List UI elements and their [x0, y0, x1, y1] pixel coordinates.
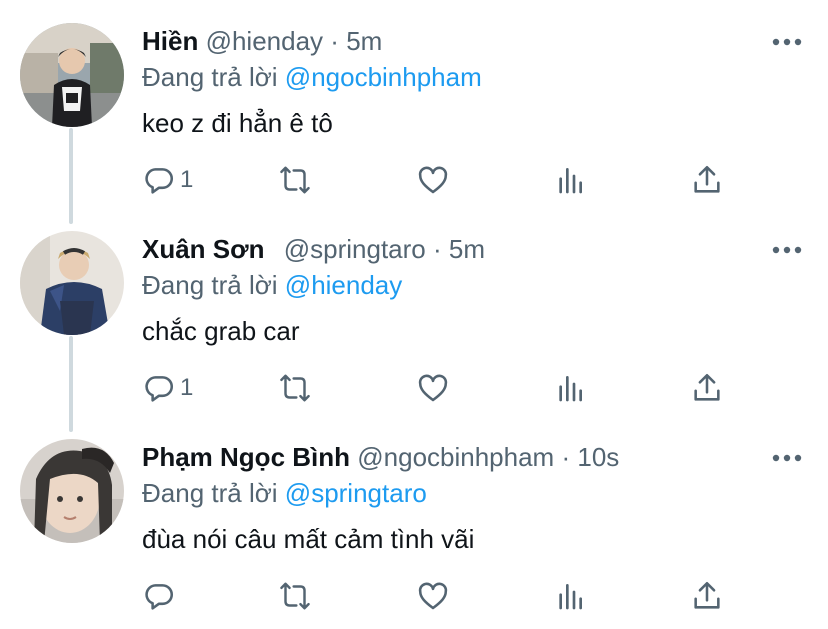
action-bar	[0, 576, 828, 620]
replying-to-label: Đang trả lời	[142, 478, 278, 508]
tweet-text: keo z đi hẳn ê tô	[142, 108, 333, 138]
tweet-header: Hiền @hienday · 5m	[142, 24, 382, 58]
replying-to-mention[interactable]: @ngocbinhpham	[285, 62, 482, 92]
display-name[interactable]: Phạm Ngọc Bình	[142, 442, 350, 472]
analytics-icon	[559, 168, 582, 194]
reply-button[interactable]	[142, 576, 180, 616]
display-name[interactable]: Xuân Sơn	[142, 234, 265, 264]
heart-icon	[418, 582, 448, 610]
replying-to: Đang trả lời @ngocbinhpham	[142, 60, 482, 94]
analytics-button[interactable]	[554, 160, 586, 200]
reply-icon	[145, 168, 174, 194]
more-options-icon[interactable]	[770, 238, 804, 262]
replying-to-label: Đang trả lời	[142, 62, 278, 92]
reply-count: 1	[180, 166, 194, 193]
separator: ·	[432, 234, 442, 264]
share-icon	[694, 165, 720, 193]
share-icon	[694, 373, 720, 401]
retweet-icon	[280, 166, 310, 194]
avatar[interactable]	[20, 439, 124, 543]
separator: ·	[561, 442, 571, 472]
reply-button[interactable]: 1	[142, 368, 193, 408]
timestamp[interactable]: 5m	[346, 26, 382, 56]
display-name[interactable]: Hiền	[142, 26, 198, 56]
avatar[interactable]	[20, 231, 124, 335]
more-options-icon[interactable]	[770, 446, 804, 470]
avatar[interactable]	[20, 23, 124, 127]
analytics-icon	[559, 584, 582, 610]
reply-tweet[interactable]: Hiền @hienday · 5m Đang trả lời @ngocbin…	[0, 0, 828, 207]
tweet-text: chắc grab car	[142, 316, 300, 346]
like-button[interactable]	[416, 368, 450, 408]
share-button[interactable]	[690, 160, 724, 200]
analytics-button[interactable]	[554, 576, 586, 616]
replying-to-mention[interactable]: @springtaro	[285, 478, 427, 508]
reply-tweet[interactable]: Xuân Sơn @springtaro · 5m Đang trả lời @…	[0, 208, 828, 415]
retweet-icon	[280, 374, 310, 402]
retweet-button[interactable]	[276, 576, 314, 616]
retweet-button[interactable]	[276, 160, 314, 200]
reply-count: 1	[180, 374, 194, 401]
tweet-header: Xuân Sơn @springtaro · 5m	[142, 232, 485, 266]
analytics-button[interactable]	[554, 368, 586, 408]
handle[interactable]: @ngocbinhpham	[357, 442, 554, 472]
handle[interactable]: @springtaro	[284, 234, 426, 264]
more-options-icon[interactable]	[770, 30, 804, 54]
retweet-icon	[280, 582, 310, 610]
tweet-text: đùa nói câu mất cảm tình vãi	[142, 524, 475, 554]
reply-icon	[145, 376, 174, 402]
timestamp[interactable]: 5m	[449, 234, 485, 264]
replying-to: Đang trả lời @hienday	[142, 268, 402, 302]
separator: ·	[330, 26, 339, 56]
handle[interactable]: @hienday	[206, 26, 323, 56]
action-bar: 1	[0, 160, 828, 204]
heart-icon	[418, 166, 448, 194]
share-button[interactable]	[690, 368, 724, 408]
action-bar: 1	[0, 368, 828, 412]
reply-button[interactable]: 1	[142, 160, 193, 200]
tweet-header: Phạm Ngọc Bình @ngocbinhpham · 10s	[142, 440, 619, 474]
retweet-button[interactable]	[276, 368, 314, 408]
timestamp[interactable]: 10s	[577, 442, 619, 472]
replying-to-mention[interactable]: @hienday	[285, 270, 402, 300]
share-icon	[694, 581, 720, 609]
reply-icon	[145, 584, 174, 610]
replying-to-label: Đang trả lời	[142, 270, 278, 300]
heart-icon	[418, 374, 448, 402]
reply-tweet[interactable]: Phạm Ngọc Bình @ngocbinhpham · 10s Đang …	[0, 416, 828, 623]
replying-to: Đang trả lời @springtaro	[142, 476, 427, 510]
share-button[interactable]	[690, 576, 724, 616]
analytics-icon	[559, 376, 582, 402]
like-button[interactable]	[416, 576, 450, 616]
like-button[interactable]	[416, 160, 450, 200]
